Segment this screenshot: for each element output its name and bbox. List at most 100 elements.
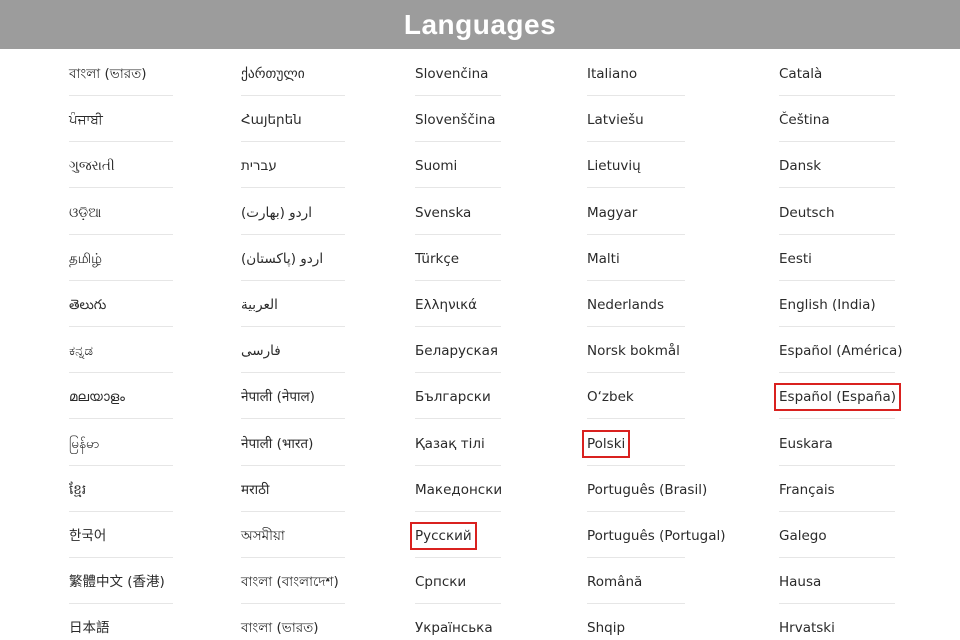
language-option[interactable]: Italiano bbox=[587, 65, 637, 83]
language-option[interactable]: नेपाली (नेपाल) bbox=[241, 388, 315, 406]
row-divider bbox=[69, 511, 173, 512]
language-option[interactable]: Русский bbox=[410, 522, 477, 550]
row-divider bbox=[69, 234, 173, 235]
language-option[interactable]: தமிழ் bbox=[69, 250, 102, 268]
language-option[interactable]: മലയാളം bbox=[69, 388, 125, 406]
language-option[interactable]: Français bbox=[779, 481, 835, 499]
language-option[interactable]: Malti bbox=[587, 250, 620, 268]
language-option[interactable]: Slovenščina bbox=[415, 111, 495, 129]
row-divider bbox=[241, 95, 345, 96]
language-option[interactable]: বাংলা (বাংলাদেশ) bbox=[241, 573, 339, 591]
row-divider bbox=[415, 511, 501, 512]
row-divider bbox=[779, 234, 895, 235]
language-option[interactable]: Български bbox=[415, 388, 491, 406]
row-divider bbox=[69, 326, 173, 327]
row-divider bbox=[779, 465, 895, 466]
row-divider bbox=[241, 418, 345, 419]
row-divider bbox=[587, 511, 685, 512]
row-divider bbox=[69, 95, 173, 96]
row-divider bbox=[415, 372, 501, 373]
row-divider bbox=[241, 603, 345, 604]
language-option[interactable]: Latviešu bbox=[587, 111, 644, 129]
row-divider bbox=[587, 418, 685, 419]
language-option[interactable]: Հայերեն bbox=[241, 111, 302, 129]
language-option[interactable]: ગુજરાતી bbox=[69, 157, 115, 175]
language-option[interactable]: Magyar bbox=[587, 204, 637, 222]
language-option[interactable]: বাংলা (ভারত) bbox=[241, 619, 319, 637]
language-option[interactable]: Suomi bbox=[415, 157, 457, 175]
language-option[interactable]: नेपाली (भारत) bbox=[241, 435, 313, 453]
language-option[interactable]: తెలుగు bbox=[69, 296, 106, 314]
language-option[interactable]: اردو (پاکستان) bbox=[241, 250, 323, 268]
row-divider bbox=[587, 234, 685, 235]
language-option[interactable]: اردو (بھارت) bbox=[241, 204, 312, 222]
language-option[interactable]: Ελληνικά bbox=[415, 296, 477, 314]
language-option[interactable]: Slovenčina bbox=[415, 65, 488, 83]
row-divider bbox=[415, 326, 501, 327]
row-divider bbox=[69, 418, 173, 419]
language-option[interactable]: Қазақ тілі bbox=[415, 435, 485, 453]
language-option[interactable]: Deutsch bbox=[779, 204, 835, 222]
language-option[interactable]: Português (Portugal) bbox=[587, 527, 726, 545]
language-option[interactable]: Português (Brasil) bbox=[587, 481, 707, 499]
language-option[interactable]: العربية bbox=[241, 296, 278, 314]
row-divider bbox=[241, 326, 345, 327]
language-option[interactable]: Español (España) bbox=[773, 383, 902, 411]
language-option[interactable]: Eesti bbox=[779, 250, 812, 268]
language-option[interactable]: မြန်မာ bbox=[69, 435, 99, 453]
language-option[interactable]: বাংলা (ভারত) bbox=[69, 65, 147, 83]
language-option[interactable]: Македонски bbox=[415, 481, 502, 499]
row-divider bbox=[587, 187, 685, 188]
language-option[interactable]: Polski bbox=[581, 430, 631, 458]
language-option[interactable]: मराठी bbox=[241, 481, 269, 499]
row-divider bbox=[415, 557, 501, 558]
language-option[interactable]: 日本語 bbox=[69, 619, 110, 637]
language-option[interactable]: O‘zbek bbox=[587, 388, 634, 406]
language-option[interactable]: 繁體中文 (香港) bbox=[69, 573, 165, 591]
language-option[interactable]: Nederlands bbox=[587, 296, 664, 314]
language-option[interactable]: Galego bbox=[779, 527, 827, 545]
row-divider bbox=[69, 465, 173, 466]
row-divider bbox=[587, 603, 685, 604]
language-option[interactable]: Türkçe bbox=[415, 250, 459, 268]
language-option[interactable]: ଓଡ଼ିଆ bbox=[69, 204, 101, 222]
language-option[interactable]: Euskara bbox=[779, 435, 833, 453]
language-option[interactable]: Dansk bbox=[779, 157, 821, 175]
language-option[interactable]: Српски bbox=[415, 573, 466, 591]
row-divider bbox=[587, 141, 685, 142]
row-divider bbox=[241, 557, 345, 558]
language-option[interactable]: ಕನ್ನಡ bbox=[69, 342, 93, 360]
language-option[interactable]: Hrvatski bbox=[779, 619, 835, 637]
language-option[interactable]: 한국어 bbox=[69, 527, 106, 545]
row-divider bbox=[779, 418, 895, 419]
row-divider bbox=[779, 372, 895, 373]
row-divider bbox=[415, 95, 501, 96]
row-divider bbox=[415, 603, 501, 604]
language-option[interactable]: Svenska bbox=[415, 204, 471, 222]
language-option[interactable]: Català bbox=[779, 65, 822, 83]
language-option[interactable]: Українська bbox=[415, 619, 493, 637]
row-divider bbox=[779, 326, 895, 327]
language-option[interactable]: ខ្មែរ bbox=[69, 481, 86, 499]
language-option[interactable]: Hausa bbox=[779, 573, 821, 591]
language-option[interactable]: Lietuvių bbox=[587, 157, 641, 175]
language-option[interactable]: ქართული bbox=[241, 65, 305, 83]
language-option[interactable]: فارسی bbox=[241, 342, 281, 360]
row-divider bbox=[415, 187, 501, 188]
language-option[interactable]: Shqip bbox=[587, 619, 625, 637]
row-divider bbox=[779, 603, 895, 604]
row-divider bbox=[587, 326, 685, 327]
language-option[interactable]: Română bbox=[587, 573, 642, 591]
language-option[interactable]: অসমীয়া bbox=[241, 527, 285, 545]
language-option[interactable]: Norsk bokmål bbox=[587, 342, 680, 360]
row-divider bbox=[415, 141, 501, 142]
language-option[interactable]: English (India) bbox=[779, 296, 876, 314]
row-divider bbox=[69, 280, 173, 281]
language-option[interactable]: ਪੰਜਾਬੀ bbox=[69, 111, 103, 129]
language-option[interactable]: Беларуская bbox=[415, 342, 498, 360]
language-option[interactable]: Čeština bbox=[779, 111, 830, 129]
row-divider bbox=[69, 187, 173, 188]
language-option[interactable]: עברית bbox=[241, 157, 277, 175]
row-divider bbox=[241, 141, 345, 142]
language-option[interactable]: Español (América) bbox=[779, 342, 902, 360]
